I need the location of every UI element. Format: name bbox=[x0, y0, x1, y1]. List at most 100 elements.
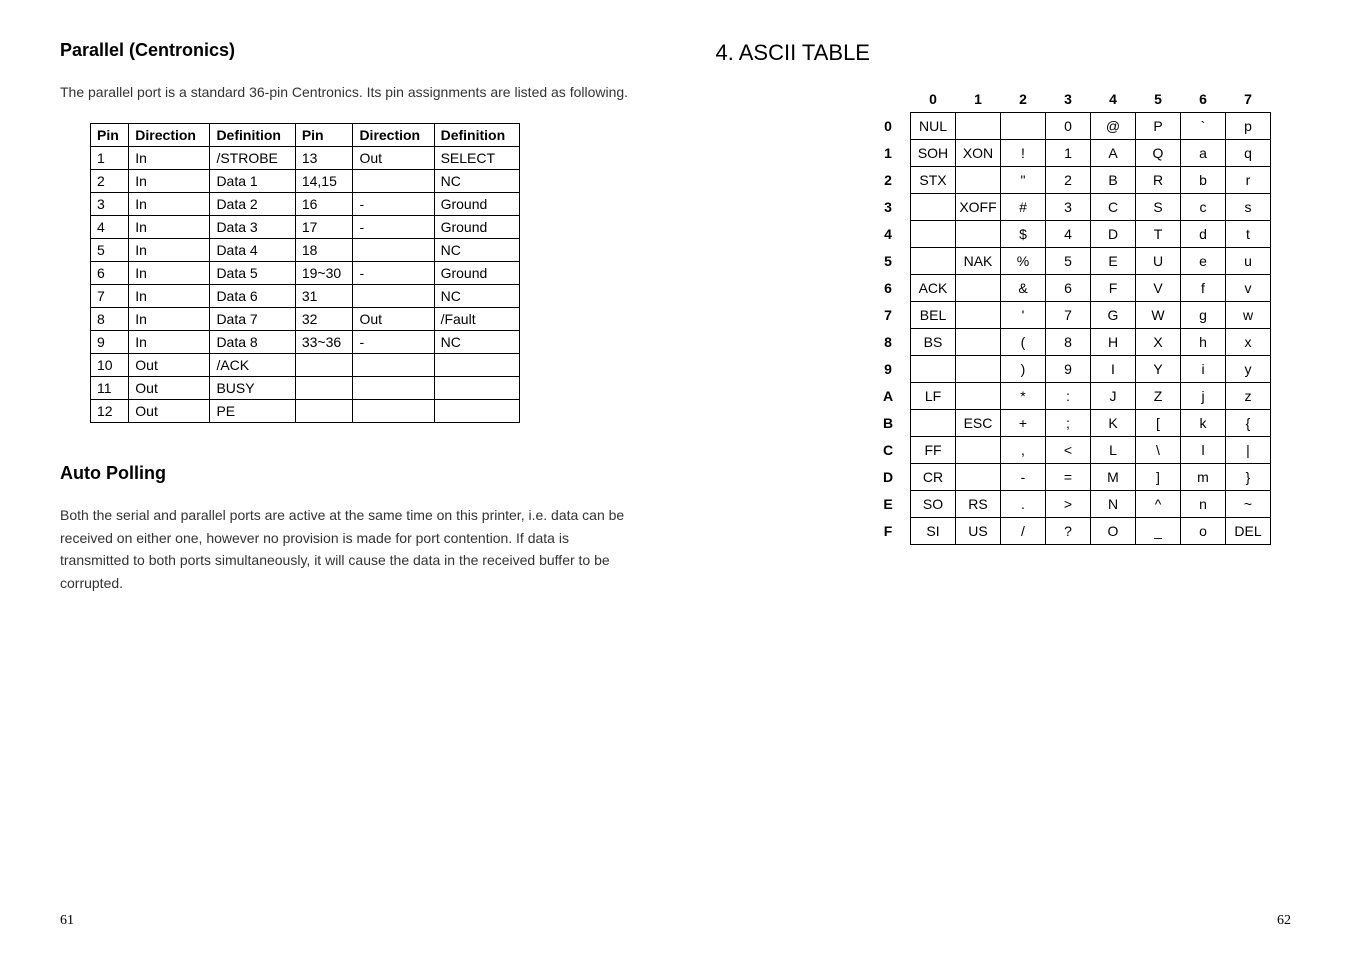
ascii-cell: c bbox=[1181, 194, 1226, 221]
intro-parallel: The parallel port is a standard 36-pin C… bbox=[60, 81, 636, 103]
table-row: CFF,<L\l| bbox=[866, 437, 1271, 464]
ascii-col-head: 6 bbox=[1181, 86, 1226, 113]
ascii-cell: BEL bbox=[911, 302, 956, 329]
table-row: 3InData 216-Ground bbox=[91, 193, 520, 216]
pin-cell: PE bbox=[210, 400, 295, 423]
pin-cell bbox=[295, 400, 353, 423]
pin-cell: Out bbox=[129, 400, 210, 423]
table-row: 2STX"2BRbr bbox=[866, 167, 1271, 194]
ascii-cell: ! bbox=[1001, 140, 1046, 167]
pin-header: Direction bbox=[129, 124, 210, 147]
pin-cell: BUSY bbox=[210, 377, 295, 400]
ascii-cell: m bbox=[1181, 464, 1226, 491]
pin-cell: 11 bbox=[91, 377, 129, 400]
pin-cell: 8 bbox=[91, 308, 129, 331]
ascii-cell: + bbox=[1001, 410, 1046, 437]
ascii-cell: 3 bbox=[1046, 194, 1091, 221]
table-row: 6InData 519~30-Ground bbox=[91, 262, 520, 285]
pin-cell: /ACK bbox=[210, 354, 295, 377]
pin-cell: In bbox=[129, 239, 210, 262]
ascii-cell: ^ bbox=[1136, 491, 1181, 518]
table-row: 4$4DTdt bbox=[866, 221, 1271, 248]
ascii-cell bbox=[911, 221, 956, 248]
ascii-table: 0 1 2 3 4 5 6 7 0NUL0@P`p1SOHXON!1AQaq2S… bbox=[866, 86, 1271, 545]
ascii-col-head: 4 bbox=[1091, 86, 1136, 113]
ascii-row-head: 9 bbox=[866, 356, 911, 383]
ascii-cell: 8 bbox=[1046, 329, 1091, 356]
pin-cell bbox=[434, 354, 519, 377]
pin-cell: 2 bbox=[91, 170, 129, 193]
ascii-cell: G bbox=[1091, 302, 1136, 329]
ascii-cell: { bbox=[1226, 410, 1271, 437]
ascii-cell: \ bbox=[1136, 437, 1181, 464]
ascii-cell: k bbox=[1181, 410, 1226, 437]
ascii-cell: $ bbox=[1001, 221, 1046, 248]
pin-cell: 6 bbox=[91, 262, 129, 285]
ascii-cell: K bbox=[1091, 410, 1136, 437]
pin-cell: Out bbox=[129, 377, 210, 400]
pin-cell: 12 bbox=[91, 400, 129, 423]
pin-cell: In bbox=[129, 285, 210, 308]
ascii-cell: 6 bbox=[1046, 275, 1091, 302]
ascii-row-head: F bbox=[866, 518, 911, 545]
ascii-cell: N bbox=[1091, 491, 1136, 518]
ascii-cell: Q bbox=[1136, 140, 1181, 167]
pin-cell bbox=[353, 170, 434, 193]
ascii-cell: U bbox=[1136, 248, 1181, 275]
pin-cell bbox=[353, 354, 434, 377]
pin-cell: 19~30 bbox=[295, 262, 353, 285]
ascii-cell: 2 bbox=[1046, 167, 1091, 194]
ascii-cell: ( bbox=[1001, 329, 1046, 356]
pin-cell: 5 bbox=[91, 239, 129, 262]
ascii-cell: a bbox=[1181, 140, 1226, 167]
ascii-cell: CR bbox=[911, 464, 956, 491]
pin-cell: Data 3 bbox=[210, 216, 295, 239]
ascii-cell: T bbox=[1136, 221, 1181, 248]
ascii-cell bbox=[956, 167, 1001, 194]
pin-cell: Out bbox=[353, 147, 434, 170]
ascii-cell bbox=[956, 437, 1001, 464]
ascii-cell: n bbox=[1181, 491, 1226, 518]
pin-cell: NC bbox=[434, 331, 519, 354]
ascii-cell: D bbox=[1091, 221, 1136, 248]
ascii-cell: BS bbox=[911, 329, 956, 356]
table-row: 7BEL'7GWgw bbox=[866, 302, 1271, 329]
ascii-cell bbox=[956, 221, 1001, 248]
ascii-cell: b bbox=[1181, 167, 1226, 194]
page: Parallel (Centronics) The parallel port … bbox=[0, 0, 1351, 954]
pin-table: Pin Direction Definition Pin Direction D… bbox=[90, 123, 520, 423]
pin-cell: 13 bbox=[295, 147, 353, 170]
ascii-cell: y bbox=[1226, 356, 1271, 383]
ascii-cell: SO bbox=[911, 491, 956, 518]
table-row: 1In/STROBE13OutSELECT bbox=[91, 147, 520, 170]
ascii-cell bbox=[1001, 113, 1046, 140]
ascii-row-head: D bbox=[866, 464, 911, 491]
ascii-cell: ` bbox=[1181, 113, 1226, 140]
pin-cell: 9 bbox=[91, 331, 129, 354]
pin-cell bbox=[353, 285, 434, 308]
intro-auto-polling: Both the serial and parallel ports are a… bbox=[60, 504, 636, 594]
ascii-cell: ? bbox=[1046, 518, 1091, 545]
ascii-cell bbox=[911, 248, 956, 275]
ascii-cell: w bbox=[1226, 302, 1271, 329]
ascii-cell: RS bbox=[956, 491, 1001, 518]
ascii-cell: R bbox=[1136, 167, 1181, 194]
ascii-cell: V bbox=[1136, 275, 1181, 302]
pin-cell: 18 bbox=[295, 239, 353, 262]
ascii-cell bbox=[956, 383, 1001, 410]
ascii-cell bbox=[956, 464, 1001, 491]
table-row: 7InData 631NC bbox=[91, 285, 520, 308]
pin-cell: In bbox=[129, 308, 210, 331]
pin-cell bbox=[353, 239, 434, 262]
ascii-cell: ] bbox=[1136, 464, 1181, 491]
table-row: DCR-=M]m} bbox=[866, 464, 1271, 491]
ascii-cell: - bbox=[1001, 464, 1046, 491]
ascii-cell bbox=[956, 356, 1001, 383]
ascii-cell: Y bbox=[1136, 356, 1181, 383]
ascii-cell: j bbox=[1181, 383, 1226, 410]
ascii-row-head: 2 bbox=[866, 167, 911, 194]
ascii-cell: W bbox=[1136, 302, 1181, 329]
ascii-row-head: 1 bbox=[866, 140, 911, 167]
ascii-col-head: 2 bbox=[1001, 86, 1046, 113]
pin-cell: 10 bbox=[91, 354, 129, 377]
